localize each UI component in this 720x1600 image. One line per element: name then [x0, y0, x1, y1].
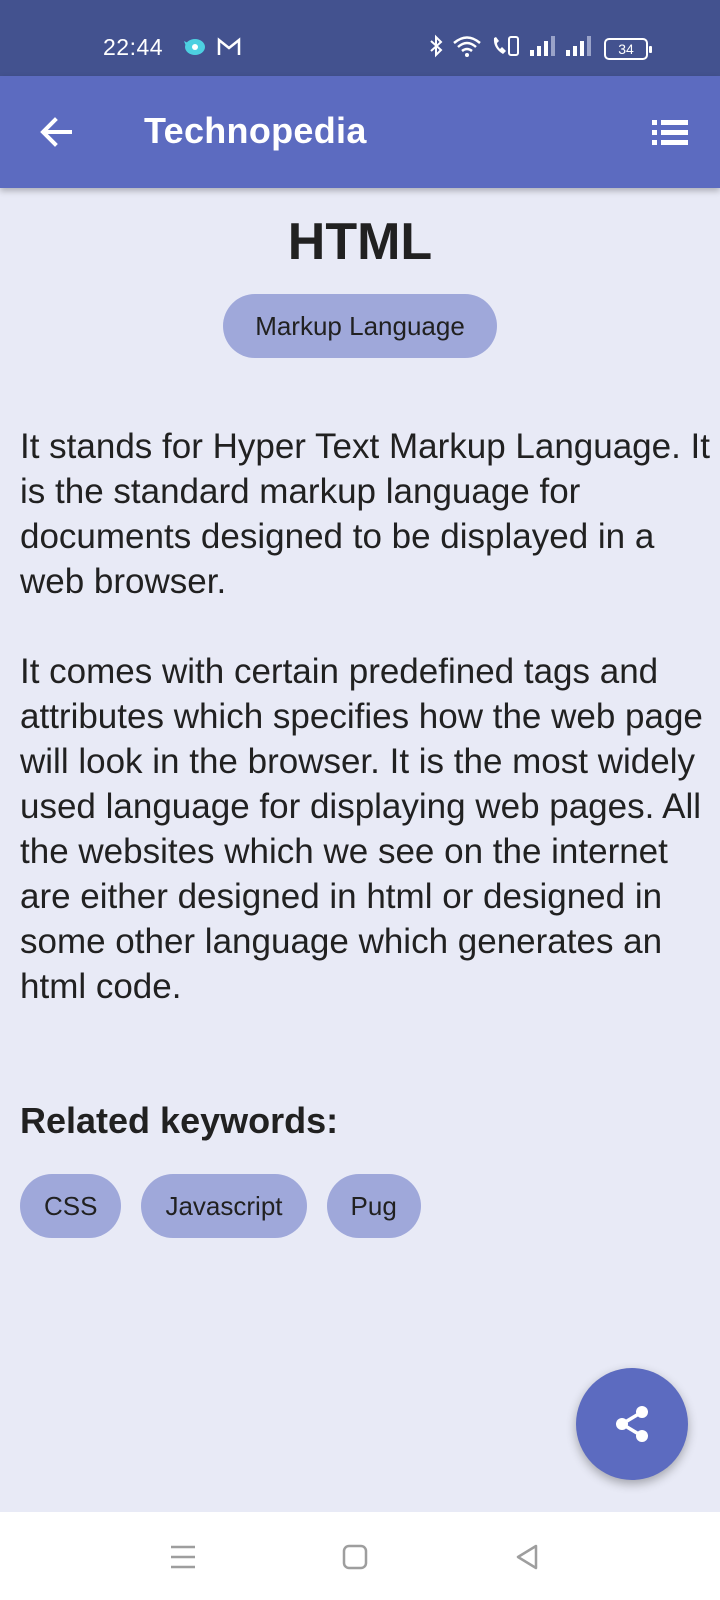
app-bar: Technopedia [0, 76, 720, 188]
share-icon [616, 1406, 648, 1442]
recent-apps-button[interactable] [168, 1542, 198, 1572]
back-button[interactable] [36, 112, 76, 152]
share-button[interactable] [576, 1368, 688, 1480]
arrow-left-icon [40, 117, 72, 147]
list-icon [652, 120, 688, 145]
wifi-icon [452, 34, 482, 63]
bluetooth-icon [428, 34, 444, 63]
home-icon [342, 1544, 368, 1570]
system-back-button[interactable] [512, 1542, 542, 1572]
status-system-icons: 34 [428, 34, 652, 63]
battery-level: 34 [618, 40, 634, 57]
topic-title: HTML [287, 213, 433, 271]
keyword-chip-css[interactable]: CSS [20, 1174, 122, 1238]
related-keywords-heading: Related keywords: [20, 1100, 339, 1141]
home-button[interactable] [340, 1542, 370, 1572]
recent-apps-icon [171, 1545, 195, 1569]
volte-call-icon [490, 34, 520, 63]
category-chip: Markup Language [223, 294, 497, 358]
system-navigation-bar [0, 1512, 720, 1600]
keyword-chip-pug[interactable]: Pug [326, 1174, 421, 1238]
signal-icon [564, 34, 592, 63]
status-time: 22:44 [103, 34, 164, 60]
gmail-icon [216, 36, 242, 63]
topics-list-button[interactable] [650, 116, 690, 150]
status-bar: 22:44 34 [0, 0, 720, 76]
app-title: Technopedia [144, 110, 367, 151]
signal-icon [528, 34, 556, 63]
back-icon [516, 1544, 538, 1570]
topic-description: It stands for Hyper Text Markup Language… [20, 427, 711, 1006]
status-notification-icons [182, 36, 242, 63]
keyword-chip-javascript[interactable]: Javascript [141, 1174, 307, 1238]
related-keywords-list: CSS Javascript Pug [20, 1174, 421, 1238]
battery-icon: 34 [604, 37, 652, 60]
messenger-icon [182, 36, 206, 63]
